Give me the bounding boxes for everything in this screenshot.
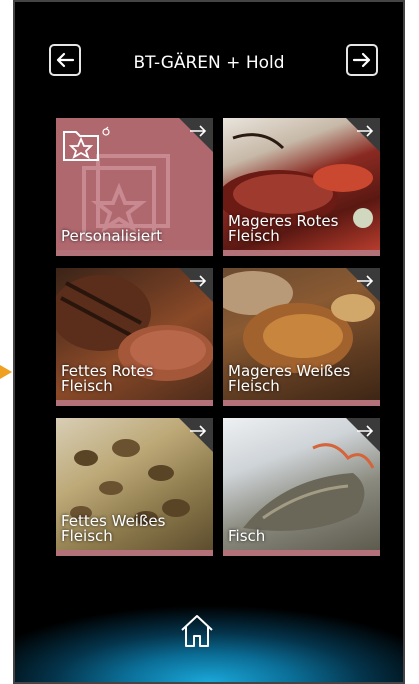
arrow-right-icon xyxy=(357,125,374,137)
tile-bar xyxy=(56,550,213,556)
tile-label: Mageres Rotes Fleisch xyxy=(228,212,339,245)
tile-fisch[interactable]: Fisch xyxy=(223,418,380,556)
tile-bar xyxy=(223,550,380,556)
tile-bar xyxy=(56,250,213,256)
tile-bar xyxy=(56,400,213,406)
arrow-right-icon xyxy=(190,125,207,137)
arrow-right-icon xyxy=(352,52,371,68)
tile-label: Fettes Rotes Fleisch xyxy=(61,362,154,395)
arrow-right-icon xyxy=(190,425,207,437)
arrow-right-icon xyxy=(190,275,207,287)
tile-label: Fettes Weißes Fleisch xyxy=(61,512,166,545)
tile-bar xyxy=(223,250,380,256)
device-screen: BT-GÄREN + Hold Personalisiert Mageres R… xyxy=(13,0,405,684)
page-title: BT-GÄREN + Hold xyxy=(133,53,285,73)
arrow-left-icon xyxy=(56,52,75,68)
previous-button[interactable] xyxy=(49,44,81,76)
arrow-right-icon xyxy=(357,275,374,287)
tile-fettes-rotes-fleisch[interactable]: Fettes Rotes Fleisch xyxy=(56,268,213,406)
favorites-folder-icon xyxy=(63,126,110,161)
home-icon[interactable] xyxy=(178,612,216,650)
arrow-right-icon xyxy=(357,425,374,437)
tile-mageres-weisses-fleisch[interactable]: Mageres Weißes Fleisch xyxy=(223,268,380,406)
tile-bar xyxy=(223,400,380,406)
side-indicator-arrow-icon xyxy=(0,365,12,379)
tile-fettes-weisses-fleisch[interactable]: Fettes Weißes Fleisch xyxy=(56,418,213,556)
tile-mageres-rotes-fleisch[interactable]: Mageres Rotes Fleisch xyxy=(223,118,380,256)
tile-label: Mageres Weißes Fleisch xyxy=(228,362,351,395)
tile-label: Fisch xyxy=(228,527,266,545)
tile-label: Personalisiert xyxy=(61,227,163,245)
next-button[interactable] xyxy=(346,44,378,76)
tile-personalisiert[interactable]: Personalisiert xyxy=(56,118,213,256)
